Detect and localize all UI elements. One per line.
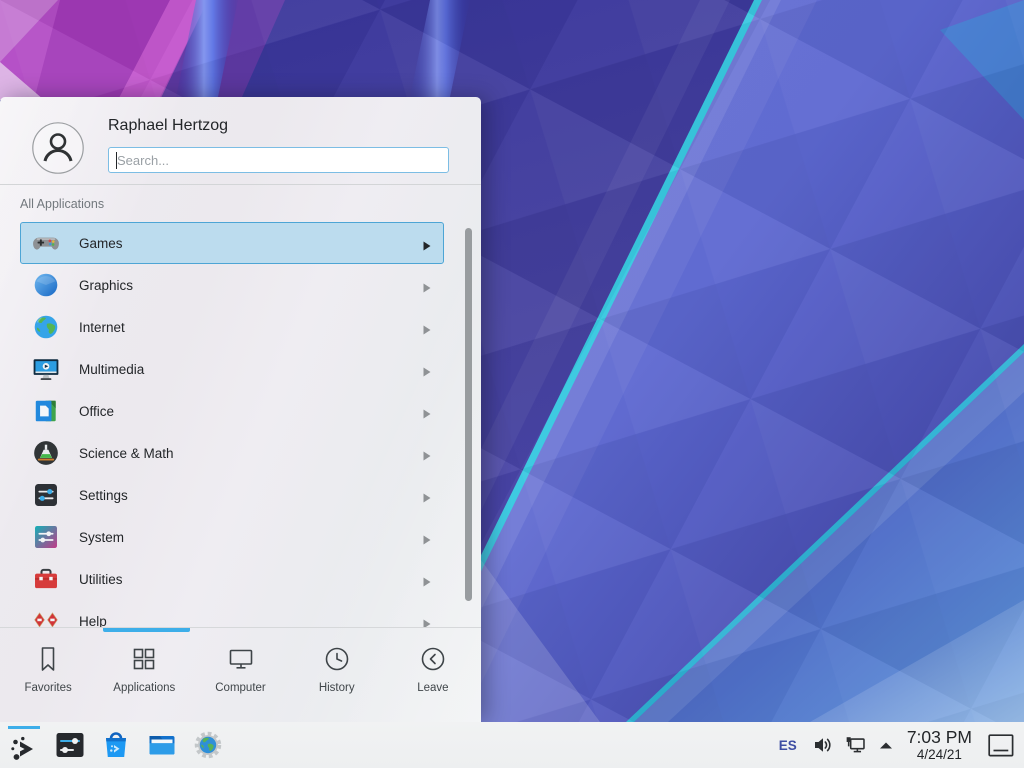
app-category-label: Office (79, 404, 423, 419)
tab-history[interactable]: History (289, 628, 385, 722)
kickoff-launcher-icon[interactable] (8, 733, 40, 765)
system-icon (32, 523, 60, 551)
network-icon[interactable] (845, 734, 867, 756)
dolphin-icon[interactable] (146, 729, 178, 761)
app-category-help[interactable]: Help (20, 600, 444, 627)
clock-icon (322, 644, 352, 674)
submenu-arrow-icon (423, 322, 431, 332)
tab-label: Leave (417, 682, 448, 694)
expand-arrow-icon[interactable] (878, 737, 894, 753)
leave-icon (418, 644, 448, 674)
app-category-label: Help (79, 614, 423, 628)
submenu-arrow-icon (423, 364, 431, 374)
launcher-tabbar: Favorites Applications Computer History (0, 627, 481, 722)
show-desktop-button[interactable] (988, 734, 1014, 757)
submenu-arrow-icon (423, 280, 431, 290)
application-launcher-menu: Raphael Hertzog All Applications Games (0, 97, 481, 722)
utilities-icon (32, 565, 60, 593)
submenu-arrow-icon (423, 238, 431, 248)
discover-icon[interactable] (100, 729, 132, 761)
graphics-icon (32, 271, 60, 299)
user-name: Raphael Hertzog (108, 117, 228, 135)
app-category-label: Settings (79, 488, 423, 503)
app-category-science-math[interactable]: Science & Math (20, 432, 444, 474)
submenu-arrow-icon (423, 490, 431, 500)
tab-favorites[interactable]: Favorites (0, 628, 96, 722)
launcher-active-indicator (8, 726, 40, 729)
taskbar: ES 7:03 PM 4/24/21 (0, 722, 1024, 768)
tab-label: Applications (113, 682, 175, 694)
submenu-arrow-icon (423, 574, 431, 584)
app-category-office[interactable]: Office (20, 390, 444, 432)
clock-time: 7:03 PM (907, 729, 972, 747)
submenu-arrow-icon (423, 406, 431, 416)
globe-icon (32, 313, 60, 341)
app-category-list: Games Graphics Internet (0, 222, 481, 627)
launcher-header: Raphael Hertzog (0, 97, 481, 185)
konqueror-icon[interactable] (192, 729, 224, 761)
system-tray: ES 7:03 PM 4/24/21 (779, 729, 1014, 762)
app-category-label: Multimedia (79, 362, 423, 377)
app-category-settings[interactable]: Settings (20, 474, 444, 516)
digital-clock[interactable]: 7:03 PM 4/24/21 (907, 729, 972, 762)
section-label: All Applications (20, 197, 104, 211)
app-category-label: Games (79, 236, 423, 251)
app-category-label: Graphics (79, 278, 423, 293)
tab-applications[interactable]: Applications (96, 628, 192, 722)
tab-computer[interactable]: Computer (192, 628, 288, 722)
multimedia-icon (32, 355, 60, 383)
keyboard-layout-indicator[interactable]: ES (779, 738, 797, 753)
app-category-system[interactable]: System (20, 516, 444, 558)
bookmark-icon (33, 644, 63, 674)
tab-label: Favorites (24, 682, 71, 694)
app-category-graphics[interactable]: Graphics (20, 264, 444, 306)
office-icon (32, 397, 60, 425)
submenu-arrow-icon (423, 448, 431, 458)
help-icon (32, 607, 60, 627)
scrollbar[interactable] (465, 228, 472, 601)
search-input[interactable] (109, 148, 448, 172)
app-category-label: System (79, 530, 423, 545)
app-grid-icon (129, 644, 159, 674)
app-category-label: Science & Math (79, 446, 423, 461)
app-category-games[interactable]: Games (20, 222, 444, 264)
user-avatar-icon (32, 122, 84, 174)
monitor-icon (226, 644, 256, 674)
app-category-internet[interactable]: Internet (20, 306, 444, 348)
gamepad-icon (32, 229, 60, 257)
search-box[interactable] (108, 147, 449, 173)
app-category-label: Internet (79, 320, 423, 335)
app-category-multimedia[interactable]: Multimedia (20, 348, 444, 390)
submenu-arrow-icon (423, 532, 431, 542)
system-settings-icon[interactable] (54, 729, 86, 761)
science-icon (32, 439, 60, 467)
tab-leave[interactable]: Leave (385, 628, 481, 722)
tab-label: Computer (215, 682, 266, 694)
app-category-label: Utilities (79, 572, 423, 587)
tab-label: History (319, 682, 355, 694)
volume-icon[interactable] (812, 734, 834, 756)
app-category-utilities[interactable]: Utilities (20, 558, 444, 600)
submenu-arrow-icon (423, 616, 431, 626)
settings-icon (32, 481, 60, 509)
text-cursor (116, 152, 117, 169)
active-tab-indicator (103, 628, 190, 632)
clock-date: 4/24/21 (907, 748, 972, 762)
